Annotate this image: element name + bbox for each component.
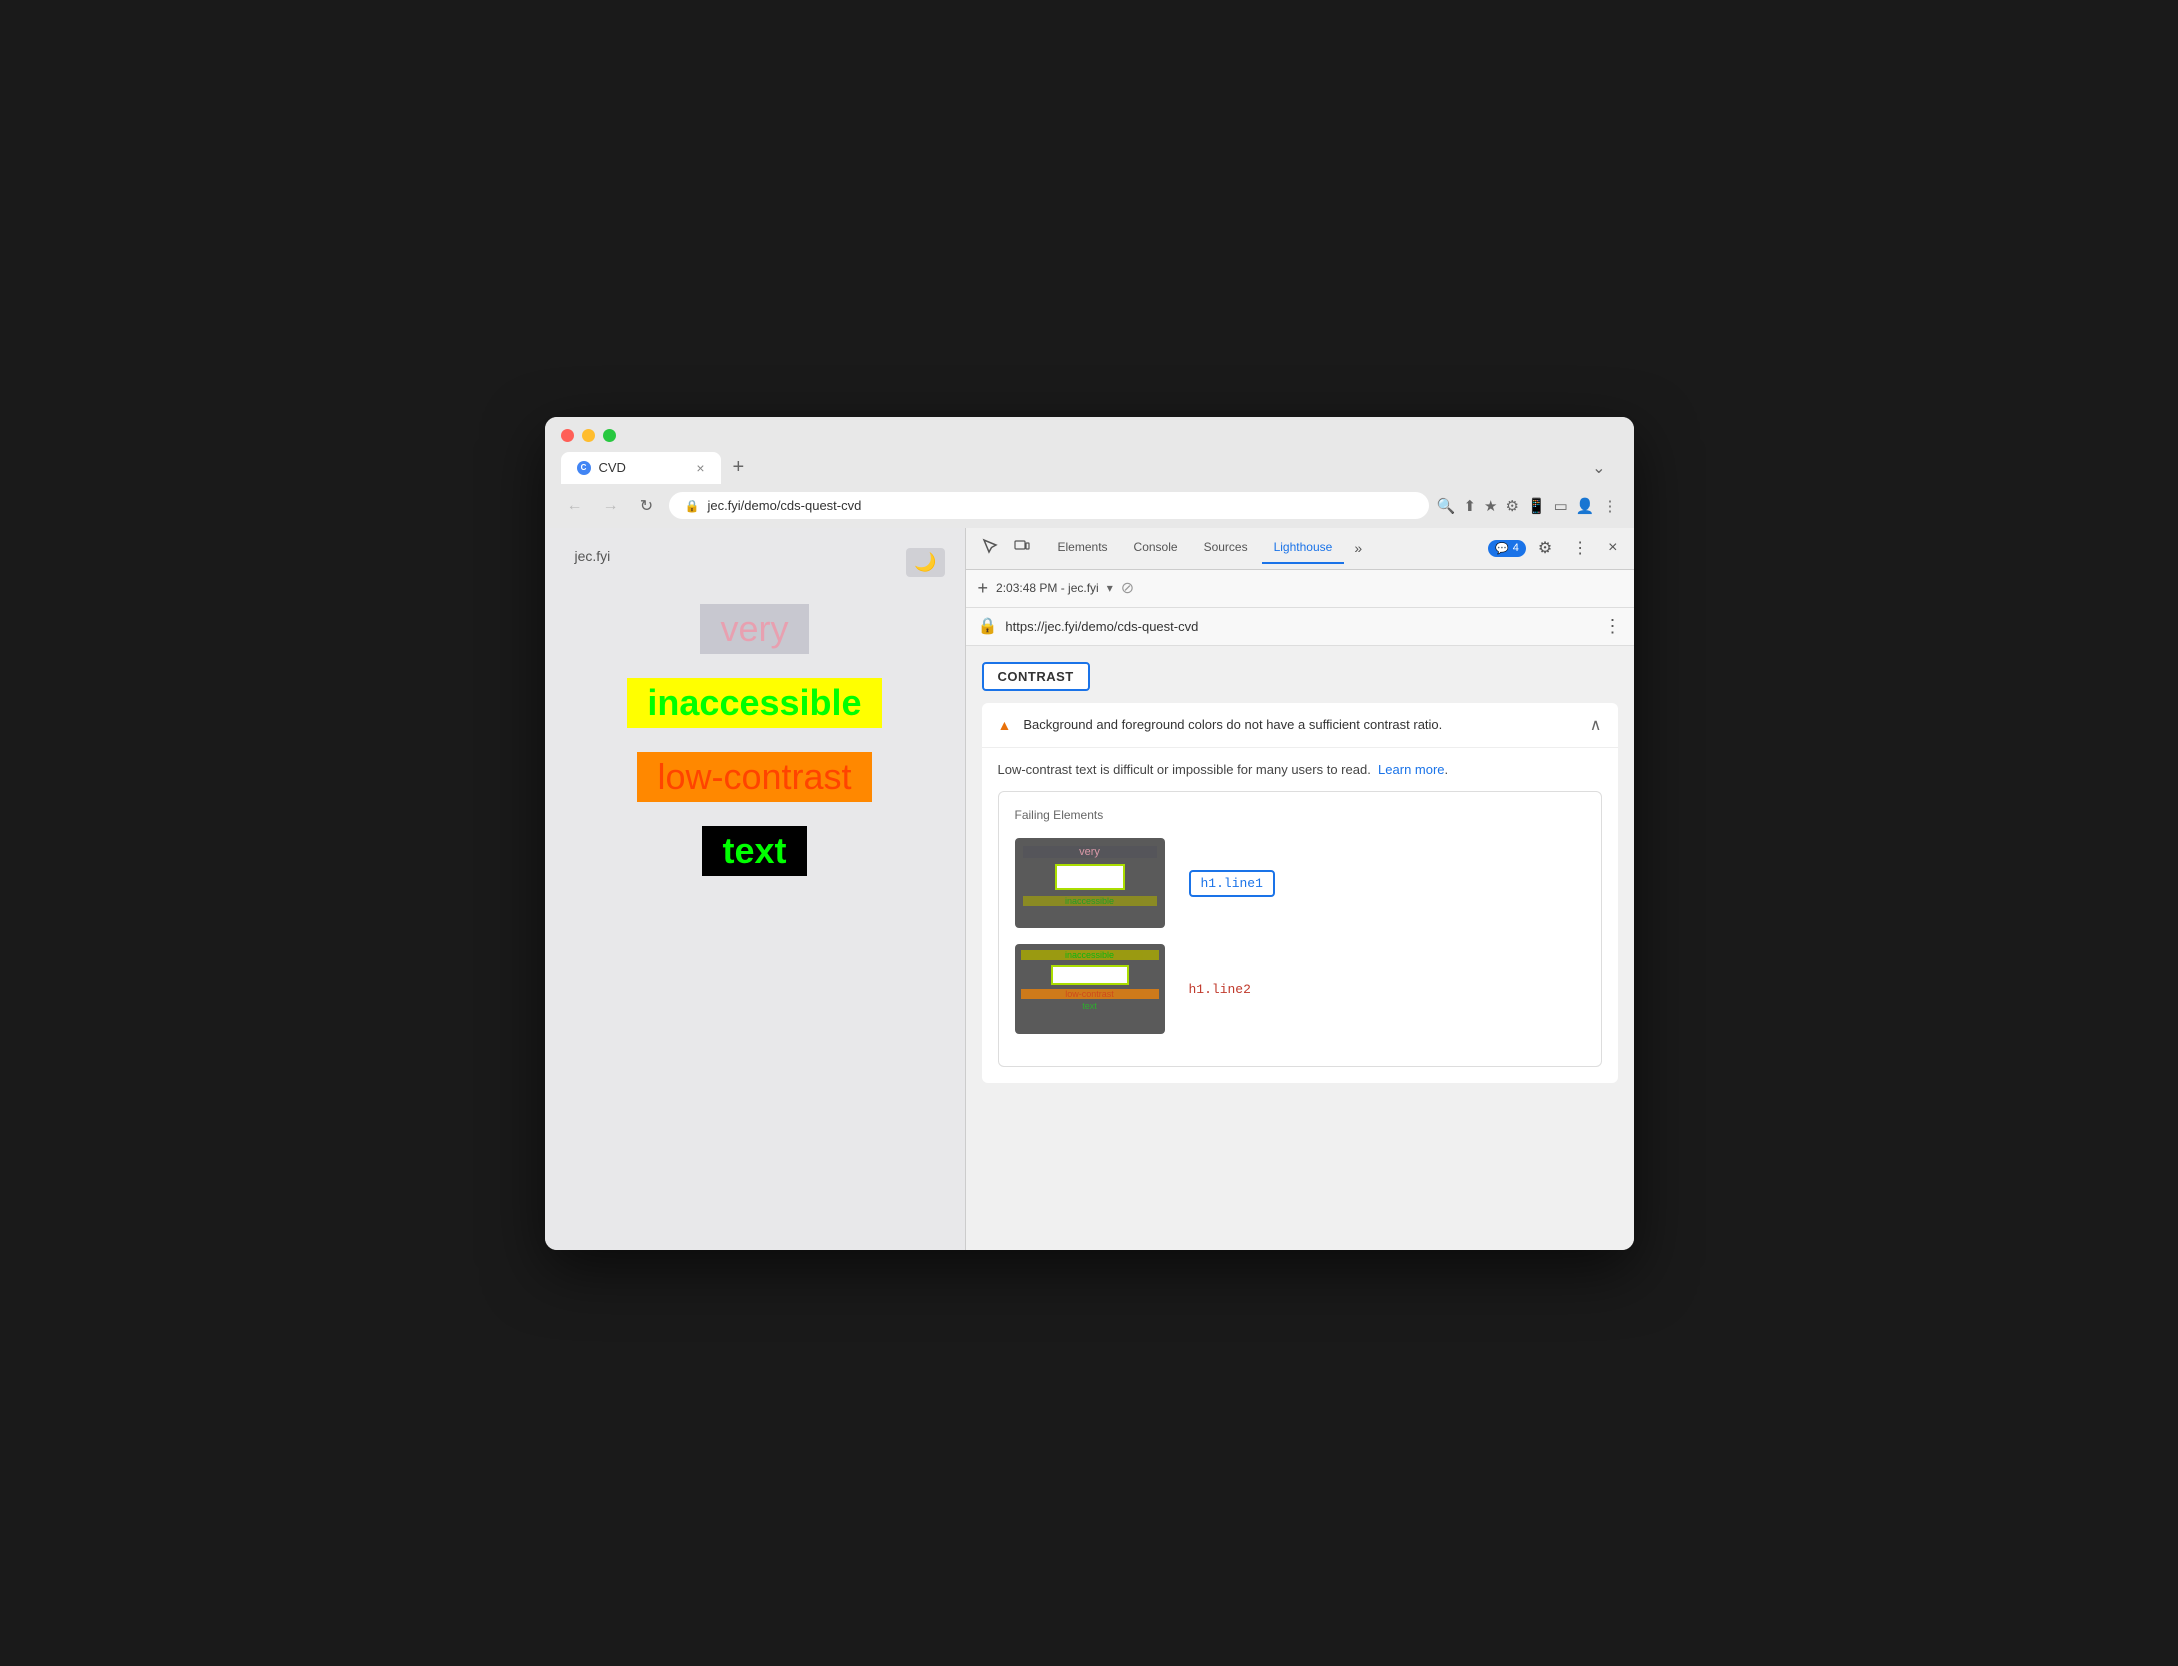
block-icon: ⊘: [1121, 578, 1134, 598]
thumb-very-text: very: [1023, 846, 1157, 858]
thumb2-low-text: low-contrast: [1021, 989, 1159, 999]
lighthouse-subbar: + 2:03:48 PM - jec.fyi ▾ ⊘: [966, 570, 1634, 608]
more-options-button[interactable]: ⋮: [1564, 534, 1596, 562]
tab-chevron-icon: ⌄: [1580, 454, 1617, 482]
learn-more-link[interactable]: Learn more: [1378, 762, 1444, 777]
share-icon[interactable]: ⬆: [1463, 497, 1476, 515]
demo-very-text: very: [700, 604, 808, 654]
devtools-tabs: Elements Console Sources Lighthouse »: [1038, 532, 1488, 564]
maximize-window-button[interactable]: [603, 429, 616, 442]
failing-elements-title: Failing Elements: [1015, 808, 1585, 822]
site-label: jec.fyi: [575, 548, 611, 564]
address-actions: 🔍 ⬆ ★ ⚙ 📱 ▭ 👤 ⋮: [1437, 497, 1618, 515]
failing-elements-box: Failing Elements very inaccessible: [998, 791, 1602, 1067]
settings-button[interactable]: ⚙: [1530, 534, 1560, 562]
new-tab-button[interactable]: +: [721, 452, 757, 483]
audit-header-text: Background and foreground colors do not …: [1023, 717, 1577, 732]
title-bar: C CVD × + ⌄: [545, 417, 1634, 484]
thumb2-highlight-box: [1051, 965, 1129, 985]
tab-elements[interactable]: Elements: [1046, 532, 1120, 564]
add-report-button[interactable]: +: [978, 578, 989, 599]
timestamp-chevron-icon[interactable]: ▾: [1107, 581, 1113, 595]
failing-row-2: inaccessible low-contrast text h1.line2: [1015, 944, 1585, 1034]
url-lock-icon: 🔒: [978, 616, 998, 636]
url-text: jec.fyi/demo/cds-quest-cvd: [707, 498, 861, 513]
reload-button[interactable]: ↻: [633, 492, 661, 520]
device-toolbar-button[interactable]: [1006, 532, 1038, 565]
failing-thumbnail-2: inaccessible low-contrast text: [1015, 944, 1165, 1034]
lock-icon: 🔒: [685, 499, 700, 513]
tab-favicon: C: [577, 461, 591, 475]
sidebar-icon[interactable]: ▭: [1554, 497, 1568, 515]
devtools-body: CONTRAST ▲ Background and foreground col…: [966, 646, 1634, 1250]
devtools-panel: Elements Console Sources Lighthouse »: [965, 528, 1634, 1250]
star-icon[interactable]: ★: [1484, 497, 1497, 515]
browser-tab-cvd[interactable]: C CVD ×: [561, 452, 721, 484]
thumb-highlight-box-1: [1055, 864, 1125, 890]
address-bar: ← → ↻ 🔒 jec.fyi/demo/cds-quest-cvd 🔍 ⬆ ★…: [545, 484, 1634, 528]
content-area: jec.fyi 🌙 very inaccessible low-contrast…: [545, 528, 1634, 1250]
audit-collapse-button[interactable]: ∧: [1590, 715, 1602, 735]
failing-row: very inaccessible h1.line1: [1015, 838, 1585, 928]
more-icon[interactable]: ⋮: [1603, 497, 1618, 515]
demo-low-contrast-text: low-contrast: [637, 752, 871, 802]
demo-text-element: text: [702, 826, 806, 876]
devtools-toolbar: Elements Console Sources Lighthouse »: [966, 528, 1634, 570]
tab-title: CVD: [599, 460, 626, 475]
contrast-badge[interactable]: CONTRAST: [982, 662, 1090, 691]
tab-close-button[interactable]: ×: [696, 460, 704, 476]
audit-description: Low-contrast text is difficult or imposs…: [998, 748, 1602, 792]
chat-icon: 💬: [1495, 542, 1509, 555]
audit-body: Low-contrast text is difficult or imposs…: [982, 747, 1618, 1084]
close-window-button[interactable]: [561, 429, 574, 442]
demo-inaccessible-text: inaccessible: [627, 678, 881, 728]
more-tabs-button[interactable]: »: [1346, 536, 1370, 560]
forward-button[interactable]: →: [597, 492, 625, 520]
tabs-bar: C CVD × + ⌄: [561, 452, 1618, 484]
url-more-options-button[interactable]: ⋮: [1604, 616, 1622, 637]
browser-window: C CVD × + ⌄ ← → ↻ 🔒 jec.fyi/demo/cds-que…: [545, 417, 1634, 1250]
puzzle-icon[interactable]: 📱: [1527, 497, 1546, 515]
audit-item: ▲ Background and foreground colors do no…: [982, 703, 1618, 1084]
devtools-actions: 💬 4 ⚙ ⋮ ×: [1488, 534, 1626, 562]
page-content: jec.fyi 🌙 very inaccessible low-contrast…: [545, 528, 965, 1250]
chat-badge[interactable]: 💬 4: [1488, 540, 1526, 557]
tab-console[interactable]: Console: [1122, 532, 1190, 564]
extension-icon[interactable]: ⚙: [1505, 497, 1518, 515]
thumb2-inacc-text: inaccessible: [1021, 950, 1159, 960]
dark-mode-toggle[interactable]: 🌙: [906, 548, 944, 577]
tab-sources[interactable]: Sources: [1192, 532, 1260, 564]
inspect-element-button[interactable]: [974, 532, 1006, 565]
traffic-lights: [561, 429, 1618, 442]
close-devtools-button[interactable]: ×: [1600, 535, 1625, 561]
thumb-inacc-text: inaccessible: [1023, 896, 1157, 906]
audit-header[interactable]: ▲ Background and foreground colors do no…: [982, 703, 1618, 747]
tab-lighthouse[interactable]: Lighthouse: [1262, 532, 1345, 564]
back-button[interactable]: ←: [561, 492, 589, 520]
address-input[interactable]: 🔒 jec.fyi/demo/cds-quest-cvd: [669, 492, 1429, 519]
demo-text-area: very inaccessible low-contrast text: [575, 604, 935, 876]
lighthouse-url: https://jec.fyi/demo/cds-quest-cvd: [1005, 619, 1595, 634]
failing-thumbnail-1: very inaccessible: [1015, 838, 1165, 928]
warning-icon: ▲: [998, 717, 1012, 733]
minimize-window-button[interactable]: [582, 429, 595, 442]
search-icon[interactable]: 🔍: [1437, 497, 1456, 515]
profile-icon[interactable]: 👤: [1576, 497, 1595, 515]
chat-count: 4: [1513, 542, 1519, 554]
lighthouse-url-bar: 🔒 https://jec.fyi/demo/cds-quest-cvd ⋮: [966, 608, 1634, 646]
report-timestamp: 2:03:48 PM - jec.fyi: [996, 581, 1099, 595]
failing-selector-1[interactable]: h1.line1: [1189, 870, 1275, 897]
thumb2-text-el: text: [1021, 1001, 1159, 1011]
failing-selector-2[interactable]: h1.line2: [1189, 982, 1251, 997]
